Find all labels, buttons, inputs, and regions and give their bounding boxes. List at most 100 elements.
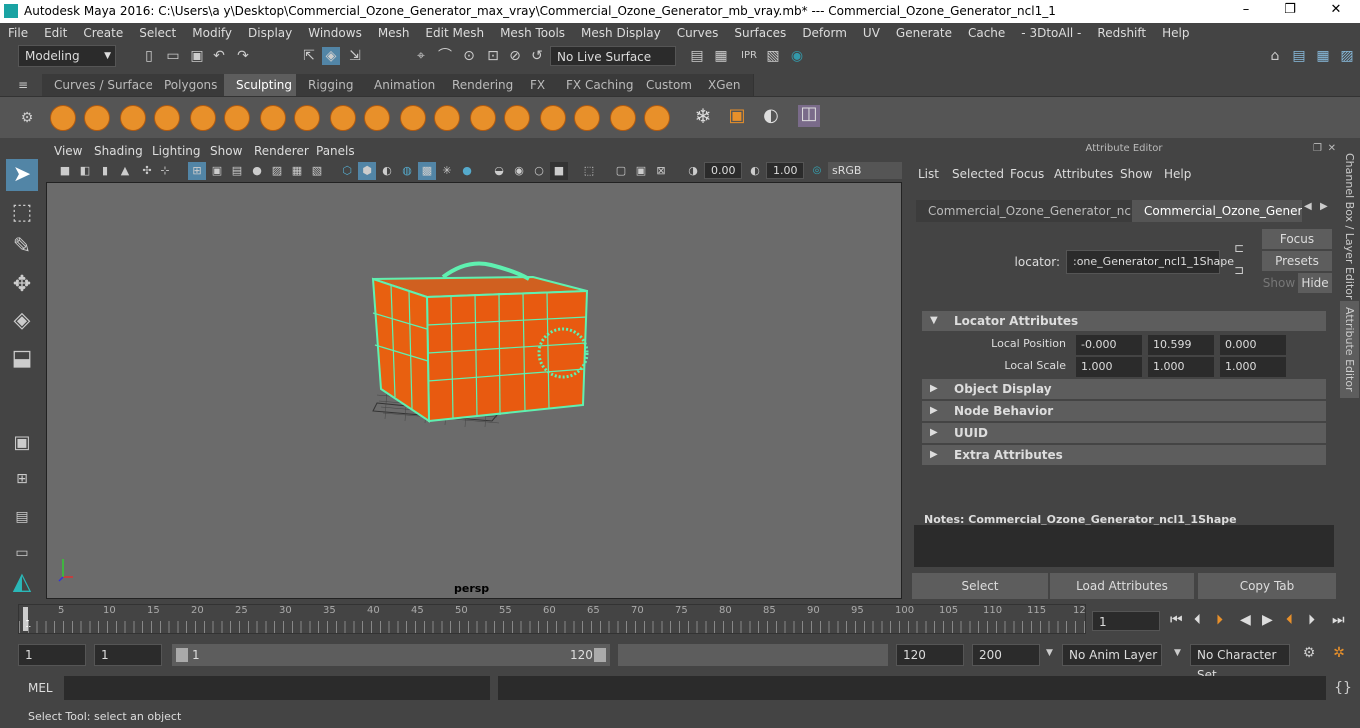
isolate-icon[interactable]: ▧ — [308, 162, 326, 180]
pinch-tool-icon[interactable] — [190, 105, 216, 131]
panel-menu-lighting[interactable]: Lighting — [152, 144, 201, 158]
go-to-output-icon[interactable]: ⊐ — [1234, 263, 1244, 277]
tab-shape-node[interactable]: Commercial_Ozone_Generator_ — [1132, 200, 1302, 222]
xray-joints-icon[interactable]: ⬢ — [358, 162, 376, 180]
presets-button[interactable]: Presets — [1262, 251, 1332, 271]
open-scene-icon[interactable]: ▭ — [164, 47, 182, 65]
ipr-render-icon[interactable]: IPR — [740, 47, 758, 65]
four-view-layout-icon[interactable]: ⊞ — [6, 463, 38, 495]
local-scale-y[interactable]: 1.000 — [1148, 357, 1214, 377]
section-node-behavior[interactable]: ▶ Node Behavior — [922, 401, 1326, 421]
snap-point-icon[interactable]: ⊙ — [460, 47, 478, 65]
animation-start-field[interactable]: 1 — [18, 644, 86, 666]
ae-menu-list[interactable]: List — [918, 167, 939, 181]
menu-uv[interactable]: UV — [855, 23, 888, 43]
section-locator-attributes[interactable]: ▼ Locator Attributes — [922, 311, 1326, 331]
amplify-tool-icon[interactable] — [610, 105, 636, 131]
modeling-toolkit-icon[interactable]: ▤ — [1290, 47, 1308, 65]
menu-modify[interactable]: Modify — [184, 23, 240, 43]
auto-key-icon[interactable]: ⚙ — [1300, 644, 1318, 662]
menu-display[interactable]: Display — [240, 23, 300, 43]
panel-menu-show[interactable]: Show — [210, 144, 242, 158]
relax-tool-icon[interactable] — [120, 105, 146, 131]
playback-start-field[interactable]: 1 — [94, 644, 162, 666]
select-object-icon[interactable]: ◈ — [322, 47, 340, 65]
hide-button[interactable]: Hide — [1298, 273, 1332, 293]
menu-edit-mesh[interactable]: Edit Mesh — [417, 23, 492, 43]
snap-grid-icon[interactable]: ⌖ — [412, 47, 430, 65]
snowflake-icon[interactable]: ❄ — [694, 106, 712, 126]
local-position-y[interactable]: 10.599 — [1148, 335, 1214, 355]
ae-menu-selected[interactable]: Selected — [952, 167, 1004, 181]
play-forwards-icon[interactable]: ▶ — [1262, 612, 1273, 628]
mode-selector[interactable]: Modeling ▼ — [18, 45, 116, 67]
menu-surfaces[interactable]: Surfaces — [726, 23, 794, 43]
focus-button[interactable]: Focus — [1262, 229, 1332, 249]
redo-icon[interactable]: ↷ — [234, 47, 252, 65]
tab-fx[interactable]: FX — [518, 74, 559, 96]
close-panel-icon[interactable]: ✕ — [1328, 143, 1336, 154]
load-attributes-button[interactable]: Load Attributes — [1050, 573, 1194, 599]
mel-label[interactable]: MEL — [28, 681, 53, 695]
play-backwards-icon[interactable]: ◀ — [1240, 612, 1251, 628]
load-node-icon[interactable]: ⊏ — [1234, 241, 1244, 255]
new-scene-icon[interactable]: ▯ — [140, 47, 158, 65]
knife-tool-icon[interactable] — [504, 105, 530, 131]
tab-transform-node[interactable]: Commercial_Ozone_Generator_ncl1_1 — [916, 200, 1168, 222]
sculpt-mesh-icon[interactable]: ◐ — [762, 107, 780, 125]
snap-view-icon[interactable]: ⊡ — [484, 47, 502, 65]
flatten-tool-icon[interactable] — [224, 105, 250, 131]
sculpt-tool-icon[interactable] — [50, 105, 76, 131]
select-hierarchy-icon[interactable]: ⇱ — [300, 47, 318, 65]
rotate-tool-icon[interactable]: ◈ — [6, 305, 38, 337]
motion-blur-icon[interactable]: ◒ — [490, 162, 508, 180]
copy-tab-button[interactable]: Copy Tab — [1198, 573, 1336, 599]
menu-mesh[interactable]: Mesh — [370, 23, 418, 43]
single-perspective-layout-icon[interactable]: ▣ — [6, 427, 38, 459]
shelf-menu-icon[interactable]: ≡ — [14, 76, 32, 94]
move-tool-icon[interactable]: ✥ — [6, 269, 38, 301]
undo-icon[interactable]: ↶ — [210, 47, 228, 65]
tab-animation[interactable]: Animation — [362, 74, 449, 96]
maya-home-icon[interactable]: ◭ — [6, 565, 38, 597]
menu-mesh-tools[interactable]: Mesh Tools — [492, 23, 573, 43]
ae-menu-attributes[interactable]: Attributes — [1054, 167, 1113, 181]
tab-fx-caching[interactable]: FX Caching — [554, 74, 647, 96]
light-icon[interactable]: ✳ — [438, 162, 456, 180]
ae-menu-help[interactable]: Help — [1164, 167, 1191, 181]
time-slider[interactable]: 1 5 10 15 20 25 30 35 40 45 50 55 60 65 … — [18, 604, 1086, 634]
tab-rigging[interactable]: Rigging — [296, 74, 367, 96]
tab-polygons[interactable]: Polygons — [152, 74, 231, 96]
step-forward-key-icon[interactable]: ⏴ — [1286, 612, 1293, 628]
ae-menu-show[interactable]: Show — [1120, 167, 1152, 181]
anti-alias-icon[interactable]: ◉ — [510, 162, 528, 180]
panel-menu-renderer[interactable]: Renderer — [254, 144, 309, 158]
menu-help[interactable]: Help — [1154, 23, 1197, 43]
repeat-tool-icon[interactable] — [330, 105, 356, 131]
go-to-start-icon[interactable]: ⏮ — [1170, 612, 1183, 628]
animation-preferences-icon[interactable]: ✲ — [1330, 644, 1348, 662]
field-chart-icon[interactable]: ⊠ — [652, 162, 670, 180]
step-forward-icon[interactable]: ⏵ — [1308, 612, 1315, 628]
close-button[interactable]: ✕ — [1326, 2, 1346, 20]
color-management-icon[interactable]: ◎ — [808, 162, 826, 180]
tab-custom[interactable]: Custom — [634, 74, 705, 96]
shelf-options-icon[interactable]: ⚙ — [18, 109, 36, 127]
range-slider[interactable]: 1 120 — [172, 644, 610, 666]
live-surface-field[interactable]: No Live Surface — [550, 46, 676, 66]
lasso-tool-icon[interactable]: ⬚ — [6, 197, 38, 229]
menu-file[interactable]: File — [0, 23, 36, 43]
notes-textarea[interactable] — [914, 525, 1334, 567]
mel-input[interactable] — [64, 676, 490, 700]
menu-edit[interactable]: Edit — [36, 23, 75, 43]
two-pane-layout-icon[interactable]: ▤ — [6, 501, 38, 533]
bookmark-icon[interactable]: ▮ — [96, 162, 114, 180]
panel-menu-shading[interactable]: Shading — [94, 144, 143, 158]
character-set-selector[interactable]: No Character Set — [1190, 644, 1290, 682]
step-back-key-icon[interactable]: ⏵ — [1216, 612, 1223, 628]
render-view-icon[interactable]: ▧ — [764, 47, 782, 65]
scale-tool-icon[interactable]: ⬓ — [6, 343, 38, 375]
menu-deform[interactable]: Deform — [794, 23, 855, 43]
local-position-x[interactable]: -0.000 — [1076, 335, 1142, 355]
snap-surface-icon[interactable]: ⊘ — [506, 47, 524, 65]
